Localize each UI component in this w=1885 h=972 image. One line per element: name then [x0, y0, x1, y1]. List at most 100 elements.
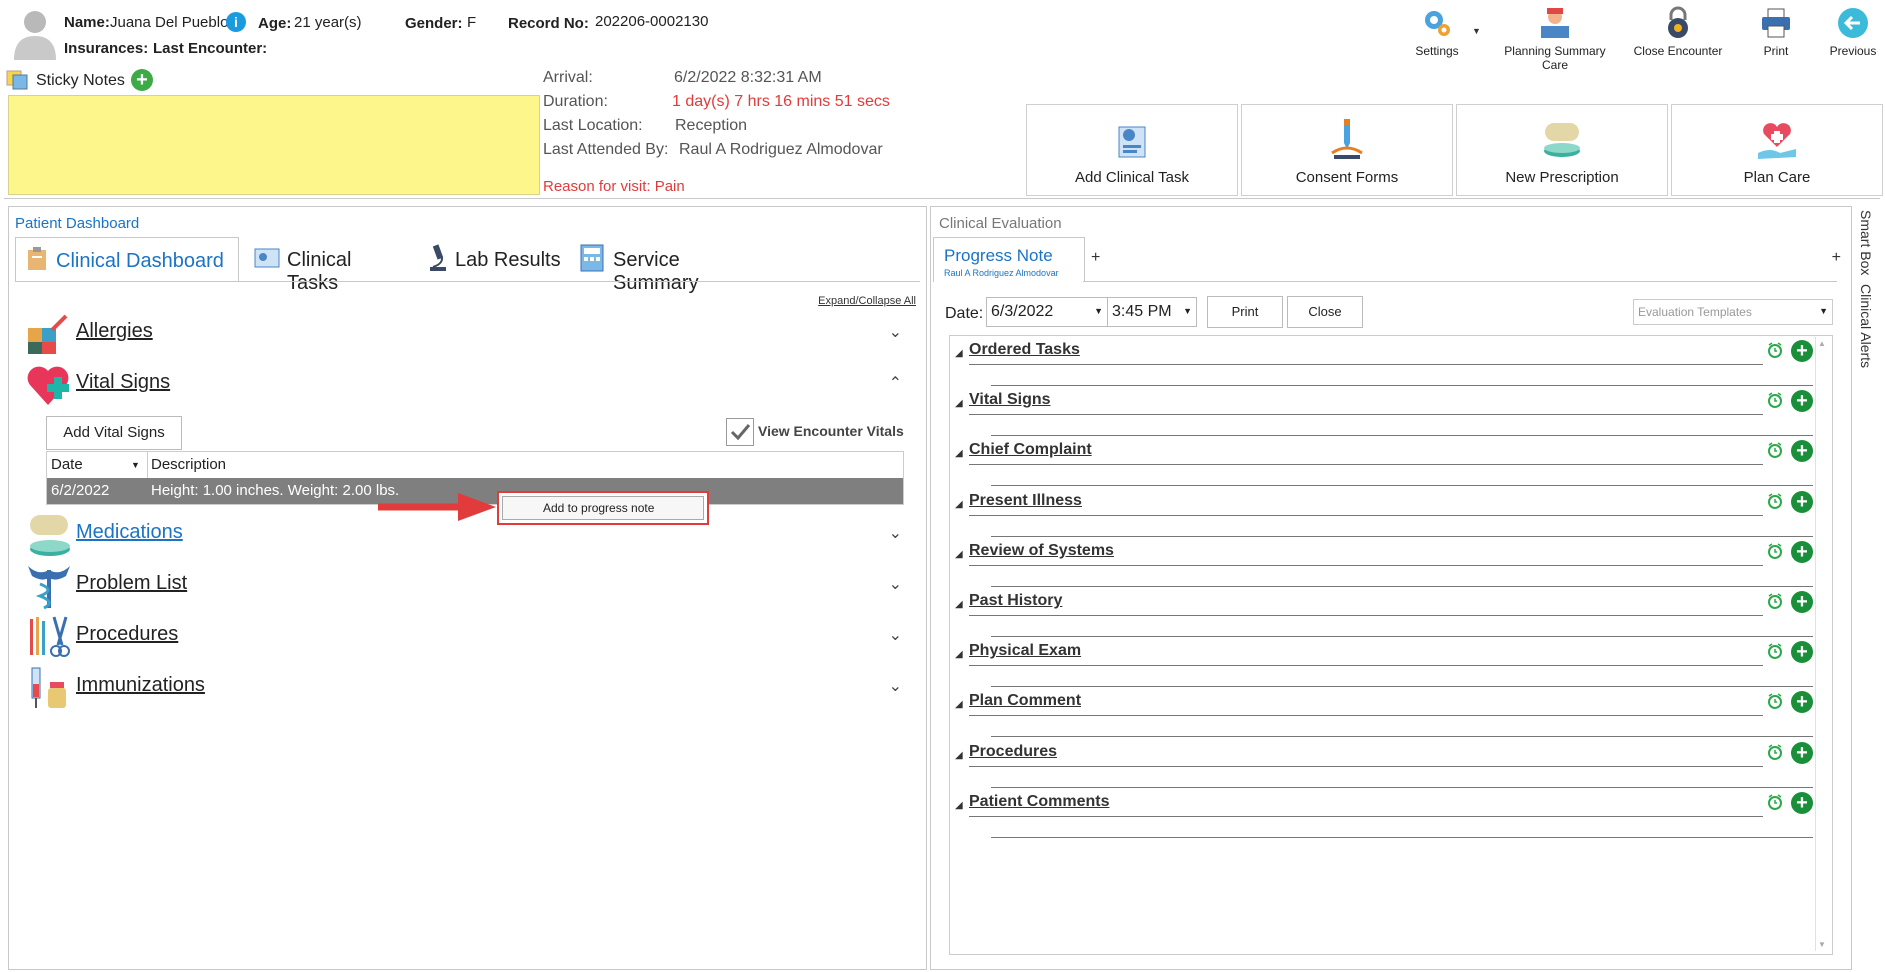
time-picker[interactable]: 3:45 PM ▼	[1107, 297, 1197, 327]
sticky-note-area[interactable]	[8, 95, 540, 195]
dropdown-icon[interactable]: ▼	[1183, 306, 1192, 316]
alarm-clock-icon[interactable]	[1767, 643, 1783, 660]
section-label[interactable]: Chief Complaint	[969, 441, 1092, 459]
tab-lab-results[interactable]: Lab Results	[419, 243, 569, 279]
progress-note-section[interactable]: ◢ Chief Complaint +	[955, 436, 1831, 487]
section-immunizations[interactable]: Immunizations ⌄	[24, 664, 904, 714]
expand-collapse-all-link[interactable]: Expand/Collapse All	[818, 295, 916, 307]
collapse-triangle-icon[interactable]: ◢	[955, 699, 963, 710]
add-section-button[interactable]: +	[1791, 741, 1813, 764]
section-vital-signs[interactable]: Vital Signs ⌃	[24, 361, 904, 411]
chevron-down-icon[interactable]: ⌄	[889, 625, 902, 645]
collapse-triangle-icon[interactable]: ◢	[955, 348, 963, 359]
progress-note-section[interactable]: ◢ Plan Comment +	[955, 687, 1831, 738]
print-button[interactable]: Print	[1733, 6, 1819, 58]
section-title[interactable]: Allergies	[76, 320, 153, 343]
add-vital-signs-button[interactable]: Add Vital Signs	[46, 416, 182, 450]
section-title[interactable]: Procedures	[76, 623, 178, 646]
progress-note-section[interactable]: ◢ Ordered Tasks +	[955, 336, 1831, 386]
chevron-up-icon[interactable]: ⌃	[889, 373, 902, 393]
collapse-triangle-icon[interactable]: ◢	[955, 398, 963, 409]
settings-dropdown-icon[interactable]: ▼	[1472, 26, 1481, 36]
section-label[interactable]: Vital Signs	[969, 391, 1051, 409]
dropdown-icon[interactable]: ▼	[1094, 306, 1103, 316]
collapse-triangle-icon[interactable]: ◢	[955, 448, 963, 459]
section-allergies[interactable]: Allergies ⌄	[24, 310, 904, 360]
section-label[interactable]: Procedures	[969, 743, 1057, 761]
collapse-triangle-icon[interactable]: ◢	[955, 549, 963, 560]
sort-dropdown-icon[interactable]: ▼	[131, 460, 140, 470]
evaluation-templates-select[interactable]: Evaluation Templates ▼	[1633, 299, 1833, 325]
view-encounter-vitals-checkbox[interactable]	[726, 418, 754, 446]
progress-note-section[interactable]: ◢ Vital Signs +	[955, 386, 1831, 437]
progress-note-section[interactable]: ◢ Physical Exam +	[955, 637, 1831, 688]
add-evaluation-button[interactable]: +	[1832, 249, 1841, 267]
planning-summary-care-button[interactable]: Planning Summary Care	[1490, 6, 1620, 72]
dropdown-icon[interactable]: ▼	[1819, 306, 1828, 316]
alarm-clock-icon[interactable]	[1767, 342, 1783, 358]
alarm-clock-icon[interactable]	[1767, 442, 1783, 459]
collapse-triangle-icon[interactable]: ◢	[955, 599, 963, 610]
collapse-triangle-icon[interactable]: ◢	[955, 649, 963, 660]
add-section-button[interactable]: +	[1791, 540, 1813, 563]
section-label[interactable]: Ordered Tasks	[969, 341, 1080, 359]
collapse-triangle-icon[interactable]: ◢	[955, 750, 963, 761]
add-section-button[interactable]: +	[1791, 791, 1813, 814]
alarm-clock-icon[interactable]	[1767, 794, 1783, 810]
date-picker[interactable]: 6/3/2022 ▼	[986, 297, 1108, 327]
progress-note-section[interactable]: ◢ Review of Systems +	[955, 537, 1831, 587]
chevron-down-icon[interactable]: ⌄	[889, 523, 902, 543]
clinical-alerts-tab[interactable]: Clinical Alerts	[1855, 284, 1879, 374]
tab-progress-note[interactable]: Progress Note Raul A Rodriguez Almodovar	[933, 237, 1085, 282]
settings-button[interactable]: Settings	[1394, 6, 1480, 58]
tab-clinical-dashboard[interactable]: Clinical Dashboard	[15, 237, 239, 282]
consent-forms-button[interactable]: Consent Forms	[1241, 104, 1453, 196]
tab-service-summary[interactable]: Service Summary	[569, 243, 769, 294]
alarm-clock-icon[interactable]	[1767, 492, 1783, 509]
section-label[interactable]: Physical Exam	[969, 642, 1081, 660]
section-content-line[interactable]	[991, 836, 1813, 838]
smart-box-tab[interactable]: Smart Box	[1855, 210, 1879, 278]
add-section-button[interactable]: +	[1791, 390, 1813, 413]
progress-note-section[interactable]: ◢ Present Illness +	[955, 487, 1831, 537]
section-label[interactable]: Review of Systems	[969, 542, 1114, 560]
section-title[interactable]: Immunizations	[76, 674, 205, 697]
add-section-button[interactable]: +	[1791, 591, 1813, 613]
collapse-triangle-icon[interactable]: ◢	[955, 800, 963, 811]
section-procedures[interactable]: Procedures ⌄	[24, 613, 904, 663]
alarm-clock-icon[interactable]	[1767, 543, 1783, 559]
add-clinical-task-button[interactable]: Add Clinical Task	[1026, 104, 1238, 196]
alarm-clock-icon[interactable]	[1767, 743, 1783, 760]
add-section-button[interactable]: +	[1791, 641, 1813, 664]
section-label[interactable]: Plan Comment	[969, 692, 1081, 710]
chevron-down-icon[interactable]: ⌄	[889, 676, 902, 696]
alarm-clock-icon[interactable]	[1767, 392, 1783, 409]
add-tab-button[interactable]: +	[1091, 249, 1100, 267]
section-title[interactable]: Medications	[76, 521, 183, 544]
progress-note-section[interactable]: ◢ Patient Comments +	[955, 788, 1831, 838]
print-note-button[interactable]: Print	[1207, 296, 1283, 328]
section-medications[interactable]: Medications ⌄	[24, 511, 904, 561]
add-section-button[interactable]: +	[1791, 340, 1813, 362]
chevron-down-icon[interactable]: ⌄	[889, 322, 902, 342]
new-prescription-button[interactable]: New Prescription	[1456, 104, 1668, 196]
section-title[interactable]: Problem List	[76, 572, 187, 595]
add-section-button[interactable]: +	[1791, 691, 1813, 714]
table-header-date[interactable]: Date ▼	[47, 452, 148, 478]
section-label[interactable]: Patient Comments	[969, 793, 1109, 811]
tab-clinical-tasks[interactable]: Clinical Tasks	[245, 243, 405, 294]
alarm-clock-icon[interactable]	[1767, 593, 1783, 609]
section-title[interactable]: Vital Signs	[76, 371, 170, 394]
section-label[interactable]: Present Illness	[969, 492, 1082, 510]
add-section-button[interactable]: +	[1791, 440, 1813, 463]
collapse-triangle-icon[interactable]: ◢	[955, 499, 963, 510]
section-label[interactable]: Past History	[969, 592, 1062, 610]
info-icon[interactable]: i	[226, 12, 246, 32]
plan-care-button[interactable]: Plan Care	[1671, 104, 1883, 196]
close-encounter-button[interactable]: Close Encounter	[1626, 6, 1730, 58]
add-sticky-note-button[interactable]: +	[131, 69, 153, 91]
alarm-clock-icon[interactable]	[1767, 693, 1783, 710]
chevron-down-icon[interactable]: ⌄	[889, 574, 902, 594]
progress-note-section[interactable]: ◢ Past History +	[955, 587, 1831, 637]
section-problem-list[interactable]: Problem List ⌄	[24, 562, 904, 612]
